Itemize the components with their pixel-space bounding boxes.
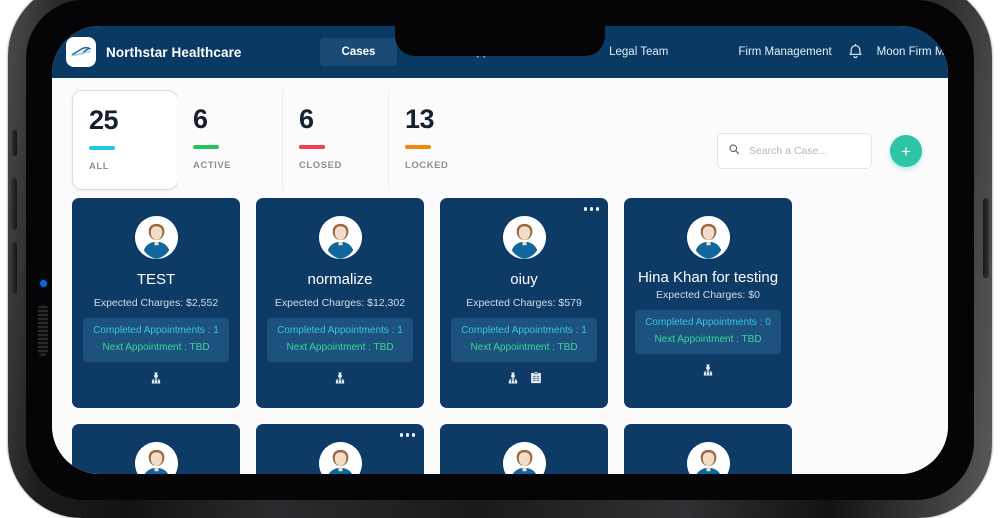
volume-down-button[interactable] [11, 242, 17, 294]
silent-switch-button[interactable] [12, 130, 17, 156]
case-actions [149, 371, 163, 390]
phone-frame: Northstar Healthcare Cases All Appointme… [8, 0, 992, 518]
case-card[interactable] [72, 424, 240, 474]
brand-name: Northstar Healthcare [106, 44, 242, 60]
case-avatar-icon [318, 216, 362, 259]
notification-bell-icon[interactable] [846, 43, 865, 62]
case-card[interactable]: normalize Expected Charges: $12,302 Comp… [256, 198, 424, 408]
stat-rule [299, 145, 325, 149]
stat-rule [89, 146, 115, 150]
case-card[interactable] [440, 424, 608, 474]
case-card[interactable]: TEST Expected Charges: $2,552 Completed … [72, 198, 240, 408]
case-actions [333, 371, 347, 390]
provider-icon[interactable] [149, 371, 163, 390]
completed-appointments: Completed Appointments : 0 [645, 317, 771, 329]
provider-icon[interactable] [701, 363, 715, 382]
case-title: normalize [307, 271, 373, 288]
case-avatar-icon [318, 442, 362, 474]
case-menu-icon[interactable] [583, 207, 599, 211]
stat-label: CLOSED [299, 159, 342, 171]
stat-card-closed[interactable]: 6 CLOSED [283, 90, 389, 190]
stat-card-locked[interactable]: 13 LOCKED [389, 90, 495, 190]
nav-tab-firm-management[interactable]: Firm Management [724, 39, 845, 65]
search-icon [728, 142, 740, 160]
stat-label: ACTIVE [193, 159, 232, 171]
stat-rule [193, 145, 219, 149]
case-card[interactable] [256, 424, 424, 474]
records-icon[interactable] [529, 371, 543, 390]
volume-up-button[interactable] [11, 178, 17, 230]
case-menu-icon[interactable] [399, 433, 415, 437]
case-appointments-box: Completed Appointments : 0 Next Appointm… [635, 310, 781, 355]
case-appointments-box: Completed Appointments : 1 Next Appointm… [267, 318, 413, 363]
completed-appointments: Completed Appointments : 1 [93, 325, 219, 337]
case-title: TEST [136, 271, 176, 288]
search-and-add: + [717, 90, 928, 190]
case-avatar-icon [134, 216, 178, 259]
case-title: oiuy [510, 271, 538, 288]
completed-appointments: Completed Appointments : 1 [461, 325, 587, 337]
power-button[interactable] [983, 198, 989, 278]
stat-value: 6 [193, 104, 208, 134]
nav-tab-cases[interactable]: Cases [319, 38, 398, 66]
case-charges: Expected Charges: $579 [466, 297, 582, 310]
next-appointment: Next Appointment : TBD [286, 341, 394, 353]
stat-card-all[interactable]: 25 ALL [72, 90, 178, 190]
user-name: Moon Firm Manager [876, 46, 948, 58]
provider-icon[interactable] [506, 371, 520, 390]
case-grid-row2 [72, 408, 928, 474]
stat-value: 25 [89, 105, 119, 135]
search-input[interactable] [749, 145, 861, 157]
case-charges: Expected Charges: $2,552 [93, 297, 219, 310]
stat-value: 6 [299, 104, 314, 134]
case-actions [701, 363, 715, 382]
speaker-grille [38, 304, 48, 356]
search-box[interactable] [717, 133, 872, 169]
case-card[interactable]: oiuy Expected Charges: $579 Completed Ap… [440, 198, 608, 408]
stat-value: 13 [405, 104, 435, 134]
case-avatar-icon [502, 216, 546, 259]
stat-label: LOCKED [405, 159, 449, 171]
case-appointments-box: Completed Appointments : 1 Next Appointm… [451, 318, 597, 363]
stat-label: ALL [89, 160, 110, 172]
case-charges: Expected Charges: $0 [656, 289, 760, 302]
stats-row: 25 ALL 6 ACTIVE 6 CLOSED 13 LOCKED Searc… [72, 78, 928, 190]
phone-screen: Northstar Healthcare Cases All Appointme… [52, 26, 948, 474]
case-actions [506, 371, 543, 390]
camera-dot-icon [40, 280, 47, 287]
stat-card-active[interactable]: 6 ACTIVE [177, 90, 283, 190]
case-grid: TEST Expected Charges: $2,552 Completed … [72, 190, 928, 408]
case-avatar-icon [134, 442, 178, 474]
wave-logo-icon [66, 37, 96, 67]
case-card[interactable]: Hina Khan for testing Expected Charges: … [624, 198, 792, 408]
next-appointment: Next Appointment : TBD [654, 333, 762, 345]
case-appointments-box: Completed Appointments : 1 Next Appointm… [83, 318, 229, 363]
case-avatar-icon [686, 442, 730, 474]
phone-notch [395, 26, 605, 56]
case-card[interactable] [624, 424, 792, 474]
app-body: 25 ALL 6 ACTIVE 6 CLOSED 13 LOCKED Searc… [52, 78, 948, 474]
nav-tab-legal-team[interactable]: Legal Team [595, 39, 682, 65]
case-avatar-icon [502, 442, 546, 474]
completed-appointments: Completed Appointments : 1 [277, 325, 403, 337]
case-avatar-icon [686, 216, 730, 259]
header-right: Moon Firm Manager ▼ [846, 37, 948, 67]
case-charges: Expected Charges: $12,302 [274, 297, 406, 310]
provider-icon[interactable] [333, 371, 347, 390]
add-case-button[interactable]: + [890, 135, 922, 167]
brand[interactable]: Northstar Healthcare [66, 37, 242, 67]
case-title: Hina Khan for testing [637, 269, 779, 286]
stat-rule [405, 145, 431, 149]
phone-bezel: Northstar Healthcare Cases All Appointme… [26, 0, 974, 500]
next-appointment: Next Appointment : TBD [102, 341, 210, 353]
next-appointment: Next Appointment : TBD [470, 341, 578, 353]
